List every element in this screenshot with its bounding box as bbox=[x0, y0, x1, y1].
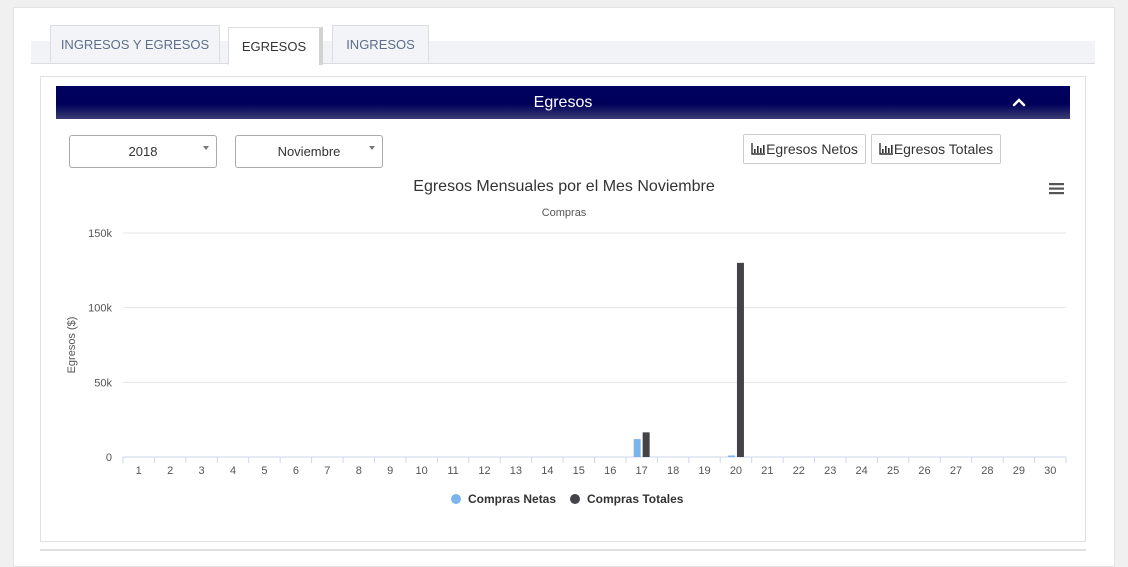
egresos-totales-button[interactable]: Egresos Totales bbox=[871, 134, 1001, 164]
x-tick-label: 22 bbox=[793, 465, 805, 477]
y-tick-label: 150k bbox=[88, 228, 112, 240]
x-tick-label: 25 bbox=[887, 465, 899, 477]
x-tick-label: 30 bbox=[1044, 465, 1056, 477]
x-tick-label: 1 bbox=[136, 465, 142, 477]
x-tick-label: 14 bbox=[541, 465, 553, 477]
egresos-totales-label: Egresos Totales bbox=[893, 141, 994, 157]
x-tick-label: 12 bbox=[478, 465, 490, 477]
x-tick-label: 24 bbox=[856, 465, 868, 477]
caret-down-icon bbox=[369, 146, 375, 150]
month-select[interactable]: Noviembre bbox=[235, 135, 383, 168]
bar[interactable] bbox=[633, 439, 641, 457]
bar-chart-icon bbox=[879, 143, 893, 155]
x-tick-label: 17 bbox=[636, 465, 648, 477]
x-tick-label: 29 bbox=[1013, 465, 1025, 477]
divider bbox=[40, 549, 1086, 551]
tab-egresos[interactable]: EGRESOS bbox=[228, 27, 323, 65]
x-tick-label: 16 bbox=[604, 465, 616, 477]
x-tick-label: 7 bbox=[324, 465, 330, 477]
x-tick-label: 11 bbox=[447, 465, 458, 477]
chevron-up-icon[interactable] bbox=[1010, 93, 1028, 111]
x-tick-label: 20 bbox=[730, 465, 742, 477]
x-tick-label: 8 bbox=[356, 465, 362, 477]
legend-item[interactable]: Compras Totales bbox=[587, 492, 684, 506]
panel-title: Egresos bbox=[533, 93, 593, 111]
x-tick-label: 5 bbox=[261, 465, 267, 477]
x-tick-label: 3 bbox=[199, 465, 205, 477]
egresos-netos-label: Egresos Netos bbox=[766, 141, 858, 157]
x-tick-label: 27 bbox=[950, 465, 962, 477]
x-tick-label: 19 bbox=[698, 465, 710, 477]
year-select[interactable]: 2018 bbox=[69, 135, 217, 168]
x-tick-label: 10 bbox=[415, 465, 427, 477]
bar-chart-icon bbox=[751, 143, 766, 155]
x-tick-label: 15 bbox=[573, 465, 585, 477]
x-tick-label: 18 bbox=[667, 465, 679, 477]
tab-ingresos-y-egresos[interactable]: INGRESOS Y EGRESOS bbox=[50, 25, 220, 62]
y-tick-label: 50k bbox=[94, 377, 112, 389]
x-tick-label: 6 bbox=[293, 465, 299, 477]
x-tick-label: 4 bbox=[230, 465, 236, 477]
x-tick-label: 21 bbox=[761, 465, 773, 477]
legend-marker bbox=[570, 494, 580, 504]
chart-subtitle: Compras bbox=[542, 207, 587, 219]
x-tick-label: 9 bbox=[387, 465, 393, 477]
x-tick-label: 28 bbox=[981, 465, 993, 477]
legend-item[interactable]: Compras Netas bbox=[468, 492, 556, 506]
chart-menu-icon[interactable] bbox=[1049, 183, 1064, 195]
y-axis-label: Egresos ($) bbox=[66, 317, 78, 374]
panel-header: Egresos bbox=[56, 86, 1070, 119]
legend-marker bbox=[451, 494, 461, 504]
tab-ingresos[interactable]: INGRESOS bbox=[332, 25, 429, 62]
y-tick-label: 0 bbox=[106, 452, 112, 464]
x-tick-label: 2 bbox=[167, 465, 173, 477]
bar[interactable] bbox=[642, 432, 650, 457]
x-tick-label: 13 bbox=[510, 465, 522, 477]
x-tick-label: 23 bbox=[824, 465, 836, 477]
month-value: Noviembre bbox=[277, 144, 341, 159]
y-tick-label: 100k bbox=[88, 303, 112, 315]
egresos-netos-button[interactable]: Egresos Netos bbox=[743, 134, 866, 164]
caret-down-icon bbox=[203, 146, 209, 150]
chart-title: Egresos Mensuales por el Mes Noviembre bbox=[413, 178, 715, 195]
x-tick-label: 26 bbox=[918, 465, 930, 477]
bar[interactable] bbox=[736, 262, 744, 457]
year-value: 2018 bbox=[128, 144, 158, 159]
chart: Egresos Mensuales por el Mes Noviembre C… bbox=[66, 178, 1067, 506]
bar[interactable] bbox=[727, 455, 735, 457]
